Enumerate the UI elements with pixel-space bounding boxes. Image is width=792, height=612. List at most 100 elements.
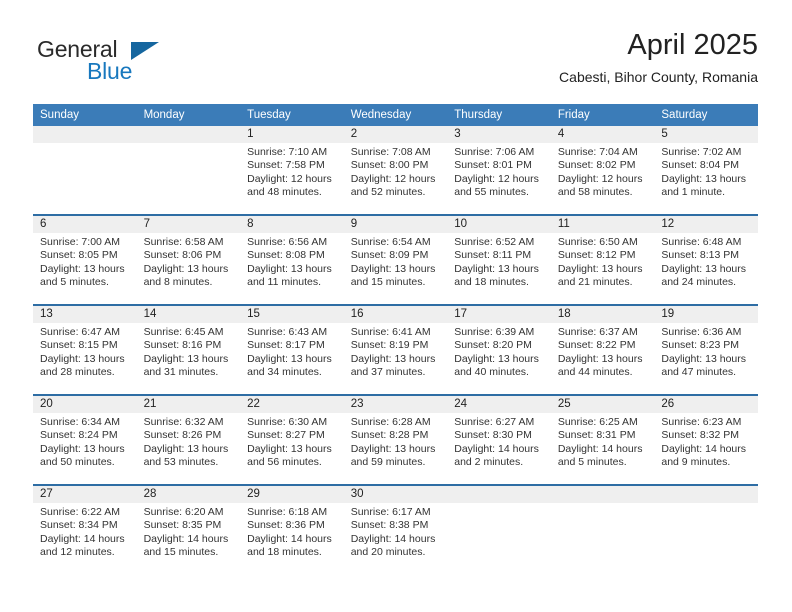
day-sunrise-text: Sunrise: 6:34 AM <box>40 416 120 428</box>
day-cell-content: 11 Sunrise: 6:50 AM Sunset: 8:12 PM Dayligh… <box>550 216 655 304</box>
day-daylight-line2-text: and 5 minutes. <box>40 275 109 288</box>
calendar-day-cell[interactable]: 29 Sunrise: 6:18 AM Sunset: 8:36 PM Dayligh… <box>240 484 344 574</box>
day-sun-info: Sunrise: 6:50 AM Sunset: 8:12 PM Daylight:… <box>551 233 655 289</box>
calendar-day-cell[interactable]: 2 Sunrise: 7:08 AM Sunset: 8:00 PM Daylight… <box>343 126 448 215</box>
day-number: 1 <box>240 126 344 143</box>
day-sunrise-text: Sunrise: 6:37 AM <box>557 326 638 338</box>
day-sunset-text: Sunset: 8:32 PM <box>661 429 740 442</box>
day-cell-content: 7 Sunrise: 6:58 AM Sunset: 8:06 PM Daylight… <box>136 216 241 304</box>
day-cell-content: 24 Sunrise: 6:27 AM Sunset: 8:30 PM Dayligh… <box>447 396 551 484</box>
day-sunrise-text: Sunrise: 6:18 AM <box>247 506 328 518</box>
calendar-day-cell[interactable]: 17 Sunrise: 6:39 AM Sunset: 8:20 PM Dayligh… <box>447 304 551 395</box>
day-number: 22 <box>240 396 344 413</box>
day-daylight-line2-text: and 52 minutes. <box>350 185 426 198</box>
location-subtitle: Cabesti, Bihor County, Romania <box>559 69 758 85</box>
day-sun-info: Sunrise: 6:17 AM Sunset: 8:38 PM Daylight:… <box>344 503 448 559</box>
calendar-day-cell[interactable]: 13 Sunrise: 6:47 AM Sunset: 8:15 PM Dayligh… <box>33 304 137 395</box>
day-sun-info: Sunrise: 6:58 AM Sunset: 8:06 PM Daylight:… <box>137 233 241 289</box>
calendar-day-cell[interactable]: 30 Sunrise: 6:17 AM Sunset: 8:38 PM Dayligh… <box>343 484 448 574</box>
day-sun-info: Sunrise: 7:00 AM Sunset: 8:05 PM Daylight:… <box>33 233 137 289</box>
calendar-day-cell[interactable]: 25 Sunrise: 6:25 AM Sunset: 8:31 PM Dayligh… <box>550 394 655 485</box>
day-daylight-line2-text: and 44 minutes. <box>557 365 633 378</box>
day-cell-content: 26 Sunrise: 6:23 AM Sunset: 8:32 PM Dayligh… <box>654 396 758 484</box>
calendar-day-cell[interactable]: 22 Sunrise: 6:30 AM Sunset: 8:27 PM Dayligh… <box>240 394 344 485</box>
day-daylight-line1-text: Daylight: 13 hours <box>557 352 643 365</box>
day-sunrise-text: Sunrise: 6:43 AM <box>247 326 328 338</box>
day-sun-info: Sunrise: 6:54 AM Sunset: 8:09 PM Daylight:… <box>344 233 448 289</box>
day-cell-content: 16 Sunrise: 6:41 AM Sunset: 8:19 PM Dayligh… <box>343 306 448 394</box>
calendar-day-cell[interactable]: 28 Sunrise: 6:20 AM Sunset: 8:35 PM Dayligh… <box>136 484 241 574</box>
calendar-day-cell[interactable]: 20 Sunrise: 6:34 AM Sunset: 8:24 PM Dayligh… <box>33 394 137 485</box>
day-daylight-line2-text: and 15 minutes. <box>143 545 219 558</box>
calendar-day-cell[interactable]: 10 Sunrise: 6:52 AM Sunset: 8:11 PM Dayligh… <box>447 214 551 305</box>
calendar-day-cell[interactable]: 16 Sunrise: 6:41 AM Sunset: 8:19 PM Dayligh… <box>343 304 448 395</box>
day-sunrise-text: Sunrise: 6:30 AM <box>247 416 328 428</box>
day-cell-content: 20 Sunrise: 6:34 AM Sunset: 8:24 PM Dayligh… <box>33 396 137 484</box>
day-daylight-line2-text: and 20 minutes. <box>350 545 426 558</box>
calendar-day-cell[interactable]: 7 Sunrise: 6:58 AM Sunset: 8:06 PM Daylight… <box>136 214 241 305</box>
calendar-day-cell[interactable]: 18 Sunrise: 6:37 AM Sunset: 8:22 PM Dayligh… <box>550 304 655 395</box>
calendar-day-cell[interactable]: 9 Sunrise: 6:54 AM Sunset: 8:09 PM Daylight… <box>343 214 448 305</box>
day-sunset-text: Sunset: 8:30 PM <box>454 429 532 442</box>
calendar-day-cell[interactable]: 23 Sunrise: 6:28 AM Sunset: 8:28 PM Dayligh… <box>343 394 448 485</box>
day-number: 2 <box>343 126 448 143</box>
calendar-day-cell[interactable]: 8 Sunrise: 6:56 AM Sunset: 8:08 PM Daylight… <box>240 214 344 305</box>
day-cell-content: 22 Sunrise: 6:30 AM Sunset: 8:27 PM Dayligh… <box>240 396 344 484</box>
day-sunset-text: Sunset: 8:28 PM <box>350 429 429 442</box>
weekday-header-row: Sunday Monday Tuesday Wednesday Thursday… <box>33 104 758 126</box>
calendar-day-cell[interactable]: 4 Sunrise: 7:04 AM Sunset: 8:02 PM Daylight… <box>550 126 655 215</box>
day-number <box>654 486 758 503</box>
logo-text-blue: Blue <box>87 58 133 84</box>
day-sun-info: Sunrise: 6:20 AM Sunset: 8:35 PM Daylight:… <box>137 503 241 559</box>
weekday-header-wednesday: Wednesday <box>343 104 448 126</box>
day-daylight-line1-text: Daylight: 13 hours <box>247 352 332 365</box>
calendar-day-cell[interactable]: 19 Sunrise: 6:36 AM Sunset: 8:23 PM Dayligh… <box>654 304 758 395</box>
calendar-day-cell[interactable]: 24 Sunrise: 6:27 AM Sunset: 8:30 PM Dayligh… <box>447 394 551 485</box>
day-sun-info: Sunrise: 6:30 AM Sunset: 8:27 PM Daylight:… <box>240 413 344 469</box>
calendar-day-cell[interactable]: 21 Sunrise: 6:32 AM Sunset: 8:26 PM Dayligh… <box>136 394 241 485</box>
day-sunrise-text: Sunrise: 7:06 AM <box>454 146 535 158</box>
calendar-day-cell[interactable]: 11 Sunrise: 6:50 AM Sunset: 8:12 PM Dayligh… <box>550 214 655 305</box>
day-cell-content: 29 Sunrise: 6:18 AM Sunset: 8:36 PM Dayligh… <box>240 486 344 574</box>
day-number <box>136 126 241 143</box>
calendar-day-cell[interactable]: 5 Sunrise: 7:02 AM Sunset: 8:04 PM Daylight… <box>654 126 758 215</box>
calendar-day-cell[interactable]: 14 Sunrise: 6:45 AM Sunset: 8:16 PM Dayligh… <box>136 304 241 395</box>
day-daylight-line1-text: Daylight: 14 hours <box>557 442 643 455</box>
day-cell-content: 6 Sunrise: 7:00 AM Sunset: 8:05 PM Daylight… <box>33 216 137 304</box>
calendar-day-cell[interactable]: 27 Sunrise: 6:22 AM Sunset: 8:34 PM Dayligh… <box>33 484 137 574</box>
day-daylight-line2-text: and 18 minutes. <box>247 545 322 558</box>
calendar-day-cell[interactable]: 26 Sunrise: 6:23 AM Sunset: 8:32 PM Dayligh… <box>654 394 758 485</box>
general-blue-logo[interactable]: General Blue <box>37 36 237 88</box>
day-sun-info: Sunrise: 6:47 AM Sunset: 8:15 PM Daylight:… <box>33 323 137 379</box>
day-sunset-text: Sunset: 8:31 PM <box>557 429 636 442</box>
day-number: 15 <box>240 306 344 323</box>
day-sunset-text: Sunset: 8:22 PM <box>557 339 636 352</box>
calendar-day-cell[interactable]: 1 Sunrise: 7:10 AM Sunset: 7:58 PM Daylight… <box>240 126 344 215</box>
day-sun-info <box>33 143 137 146</box>
day-sunset-text: Sunset: 8:05 PM <box>40 249 118 262</box>
day-sun-info: Sunrise: 6:41 AM Sunset: 8:19 PM Daylight:… <box>344 323 448 379</box>
day-sun-info: Sunrise: 7:02 AM Sunset: 8:04 PM Daylight:… <box>654 143 758 199</box>
weekday-header-monday: Monday <box>136 104 241 126</box>
calendar-week-row: 6 Sunrise: 7:00 AM Sunset: 8:05 PM Daylight… <box>33 214 758 305</box>
day-number: 26 <box>654 396 758 413</box>
calendar-day-cell[interactable]: 12 Sunrise: 6:48 AM Sunset: 8:13 PM Dayligh… <box>654 214 758 305</box>
day-sunrise-text: Sunrise: 6:28 AM <box>350 416 431 428</box>
day-sun-info: Sunrise: 6:37 AM Sunset: 8:22 PM Daylight:… <box>551 323 655 379</box>
day-sunrise-text: Sunrise: 6:27 AM <box>454 416 535 428</box>
day-daylight-line1-text: Daylight: 12 hours <box>350 172 436 185</box>
day-daylight-line2-text: and 48 minutes. <box>247 185 322 198</box>
day-cell-content: 14 Sunrise: 6:45 AM Sunset: 8:16 PM Dayligh… <box>136 306 241 394</box>
day-daylight-line2-text: and 34 minutes. <box>247 365 322 378</box>
day-cell-content: 27 Sunrise: 6:22 AM Sunset: 8:34 PM Dayligh… <box>33 486 137 574</box>
day-daylight-line2-text: and 11 minutes. <box>247 275 322 288</box>
calendar-day-cell-empty <box>447 484 551 574</box>
day-sun-info: Sunrise: 6:34 AM Sunset: 8:24 PM Daylight:… <box>33 413 137 469</box>
calendar-day-cell[interactable]: 6 Sunrise: 7:00 AM Sunset: 8:05 PM Daylight… <box>33 214 137 305</box>
day-cell-content <box>447 486 551 574</box>
calendar-day-cell[interactable]: 15 Sunrise: 6:43 AM Sunset: 8:17 PM Dayligh… <box>240 304 344 395</box>
day-cell-content <box>550 486 655 574</box>
day-sunset-text: Sunset: 8:19 PM <box>350 339 429 352</box>
day-sunset-text: Sunset: 8:27 PM <box>247 429 325 442</box>
calendar-day-cell[interactable]: 3 Sunrise: 7:06 AM Sunset: 8:01 PM Daylight… <box>447 126 551 215</box>
